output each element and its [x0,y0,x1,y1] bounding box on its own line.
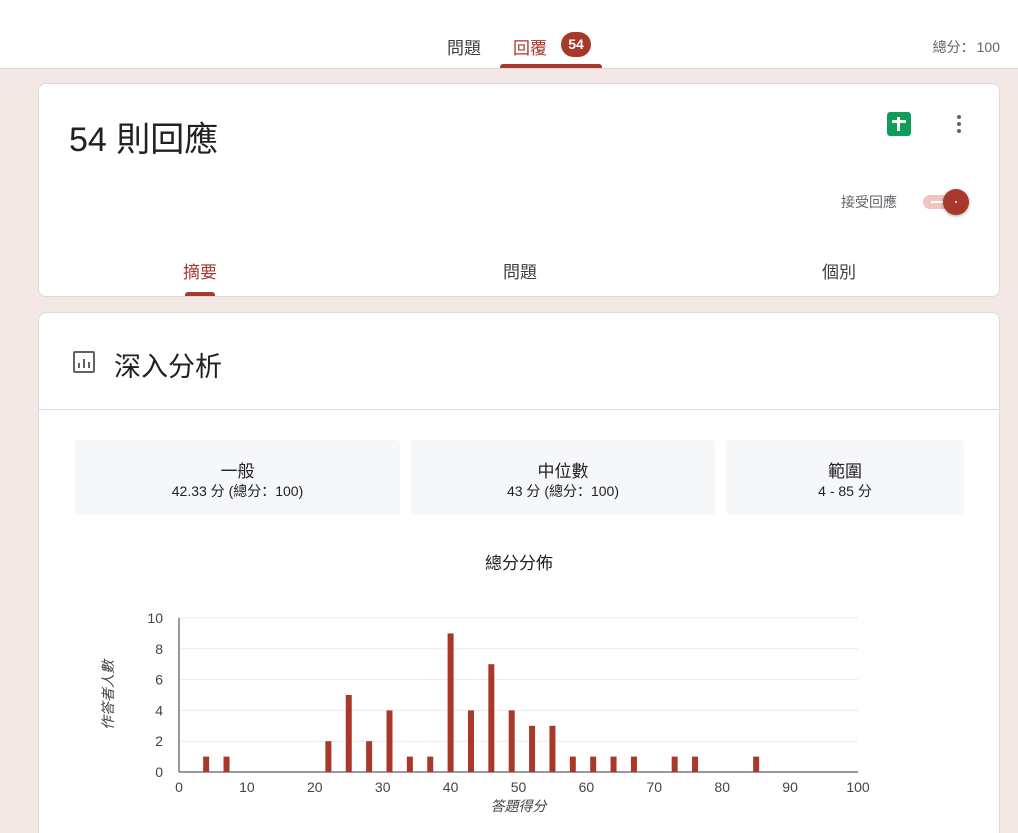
histogram-bar [529,725,536,772]
y-tick-label: 10 [147,610,163,626]
x-axis-label: 答題得分 [491,798,549,814]
histogram-bar [508,710,515,772]
histogram-bar [325,741,332,772]
histogram-bar [447,633,454,772]
histogram-bar [488,664,495,772]
google-sheets-icon[interactable] [887,112,911,136]
accepting-responses-label: 接受回應 [841,194,897,210]
x-tick-label: 80 [714,779,730,795]
y-tick-label: 8 [155,641,163,657]
y-axis-label: 作答者人數 [100,658,116,730]
histogram-bar [203,756,210,772]
tab-questions[interactable]: 問題 [447,34,481,59]
histogram-bar [366,741,373,772]
summary-tab-indicator [185,292,215,296]
y-tick-label: 6 [155,672,163,688]
x-tick-label: 60 [579,779,595,795]
histogram-bar [467,710,474,772]
x-tick-label: 90 [782,779,798,795]
histogram-bar [569,756,576,772]
x-tick-label: 0 [175,779,183,795]
histogram-bar [753,756,760,772]
active-tab-indicator [500,64,602,68]
top-bar: 問題 回覆 54 總分： 100 [0,0,1018,69]
x-tick-label: 100 [846,779,870,795]
histogram-bar [630,756,637,772]
x-tick-label: 40 [443,779,459,795]
histogram-bar [671,756,678,772]
total-points-label: 總分： [932,39,975,55]
responses-title: 54 則回應 [69,121,219,159]
histogram-bar [406,756,413,772]
histogram-bar [386,710,393,772]
histogram-bar [692,756,699,772]
x-tick-label: 70 [647,779,663,795]
total-points: 總分： 100 [931,37,1000,57]
histogram-bar [549,725,556,772]
y-tick-label: 4 [155,702,163,718]
y-tick-label: 2 [155,733,163,749]
more-vert-icon[interactable] [951,112,967,136]
x-tick-label: 10 [239,779,255,795]
responses-card: 54 則回應 接受回應 摘要 問題 個別 [38,83,1000,297]
histogram-bar [590,756,597,772]
tab-individual[interactable]: 個別 [779,258,899,283]
score-distribution-chart: 02468100 10 20 30 40 50 60 70 80 90 100答題得分作答者人數 [100,610,870,814]
y-tick-label: 0 [155,764,163,780]
tab-question[interactable]: 問題 [460,258,580,283]
total-points-value: 100 [976,39,1000,55]
responses-count-badge: 54 [561,32,591,57]
tab-responses[interactable]: 回覆 [513,34,547,59]
x-tick-label: 30 [375,779,391,795]
x-tick-label: 20 [307,779,323,795]
histogram-bar [427,756,434,772]
tab-summary[interactable]: 摘要 [140,258,260,283]
histogram-bar [610,756,617,772]
accepting-responses-toggle[interactable] [921,188,971,215]
insights-card: 深入分析 一般 42.33 分 (總分：100) 中位數 43 分 (總分：10… [38,312,1000,833]
histogram-bar [345,695,352,772]
histogram-bar [223,756,230,772]
x-tick-label: 50 [511,779,527,795]
